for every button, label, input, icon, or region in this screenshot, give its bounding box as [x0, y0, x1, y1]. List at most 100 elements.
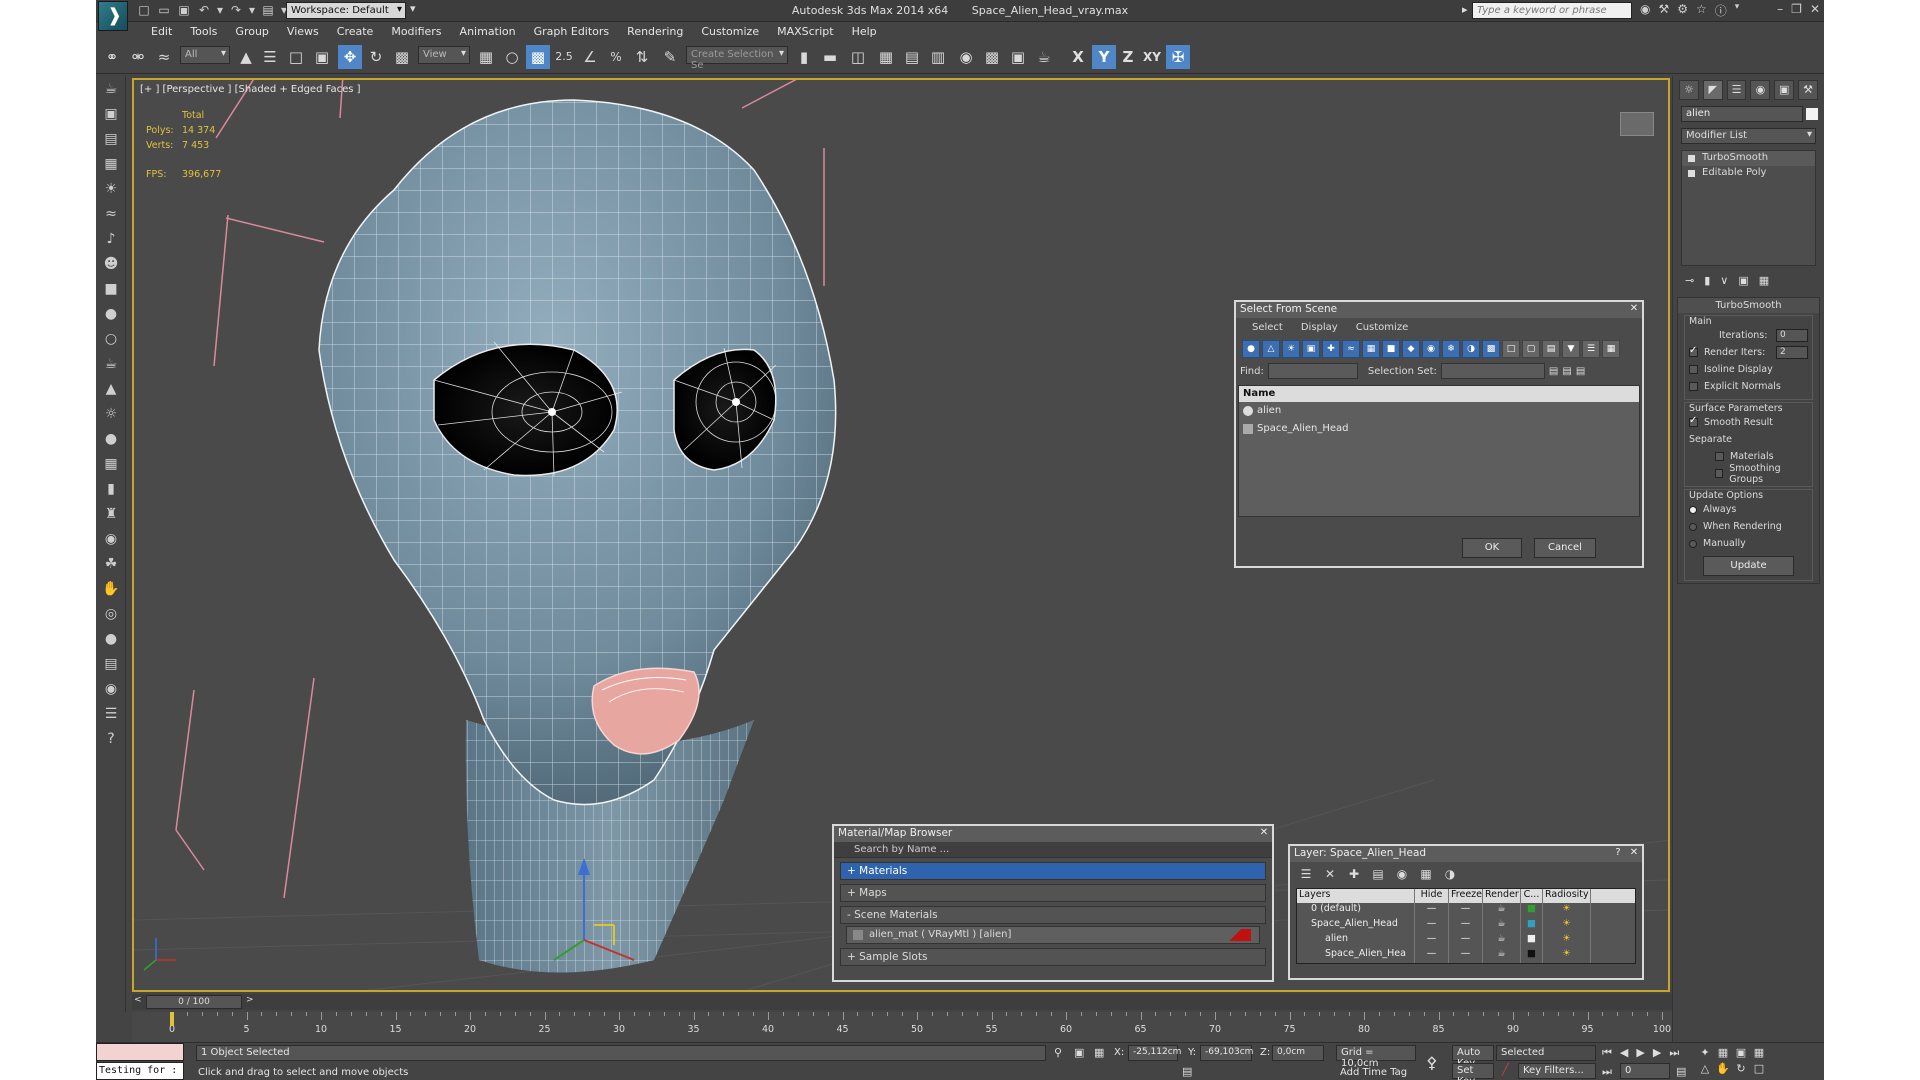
radiosity-icon[interactable]: ☀ — [1543, 903, 1591, 918]
document-icon[interactable]: ▤ — [98, 127, 124, 151]
render-production-icon[interactable]: ☕ — [1032, 45, 1056, 69]
display-shapes-icon[interactable]: △ — [1262, 340, 1280, 358]
smoothing-groups-checkbox[interactable] — [1715, 469, 1724, 478]
mirror-icon[interactable]: ▮ — [792, 45, 816, 69]
plant-icon[interactable]: ☘ — [98, 552, 124, 576]
selection-filter-dropdown[interactable]: All — [180, 46, 230, 64]
stack-item-editable-poly[interactable]: Editable Poly — [1682, 166, 1815, 181]
render-iters-spinner[interactable]: 2 — [1776, 346, 1808, 359]
list-item[interactable]: Space_Alien_Head — [1239, 420, 1639, 438]
time-slider[interactable]: < 0 / 100 > — [132, 994, 1672, 1010]
people-icon[interactable]: ☻ — [98, 252, 124, 276]
close-icon[interactable]: ✕ — [1258, 827, 1270, 839]
menu-animation[interactable]: Animation — [451, 22, 525, 40]
display-groups-icon[interactable]: ▦ — [1362, 340, 1380, 358]
col-color[interactable]: C... — [1521, 889, 1543, 903]
grid-icon[interactable]: ▦ — [98, 452, 124, 476]
help-icon[interactable]: ⓘ — [1715, 2, 1727, 19]
align-icon[interactable]: ▬ — [818, 45, 842, 69]
sphere-gold-icon[interactable]: ● — [98, 427, 124, 451]
display-xrefs-icon[interactable]: ■ — [1382, 340, 1400, 358]
go-to-end-icon[interactable]: ⏭ — [1669, 1046, 1679, 1060]
hide-toggle[interactable]: — — [1415, 903, 1449, 918]
hide-toggle[interactable]: — — [1415, 933, 1449, 948]
orbit-icon[interactable]: ↻ — [1732, 1062, 1750, 1078]
zoom-icon[interactable]: ✦ — [1696, 1046, 1714, 1062]
sun-icon[interactable]: ☼ — [98, 402, 124, 426]
display-containers-icon[interactable]: ◉ — [1422, 340, 1440, 358]
configure-sets-icon[interactable]: ▦ — [1759, 274, 1769, 287]
table-row[interactable]: Space_Alien_Head — — ☕ ■ ☀ — [1297, 918, 1635, 933]
render-setup-icon[interactable]: ▩ — [980, 45, 1004, 69]
hand-icon[interactable]: ✋ — [98, 577, 124, 601]
materials-checkbox[interactable] — [1715, 452, 1724, 461]
subscription-icon[interactable]: ⚒ — [1658, 2, 1669, 19]
show-end-result-icon[interactable]: ▮ — [1704, 274, 1710, 287]
next-frame-icon[interactable]: ▶ — [1653, 1046, 1661, 1060]
update-button[interactable]: Update — [1703, 556, 1794, 576]
window-crossing-icon[interactable]: ▣ — [310, 45, 334, 69]
new-file-icon[interactable]: □ — [136, 3, 152, 17]
highlight-layer-icon[interactable]: ▦ — [1418, 866, 1434, 882]
display-bones-icon[interactable]: ◆ — [1402, 340, 1420, 358]
hierarchy-icon[interactable]: ☰ — [1582, 340, 1600, 358]
layer-color-swatch[interactable]: ■ — [1521, 933, 1543, 948]
teapot-icon[interactable]: ☕ — [98, 77, 124, 101]
object-name-field[interactable]: alien — [1681, 106, 1818, 122]
freeze-toggle[interactable]: — — [1449, 903, 1483, 918]
utilities-tab-icon[interactable]: ⚒ — [1798, 80, 1818, 100]
pin-stack-icon[interactable]: ⊸ — [1685, 274, 1694, 287]
rendered-frame-window-icon[interactable]: ▣ — [1006, 45, 1030, 69]
menu-graph-editors[interactable]: Graph Editors — [525, 22, 619, 40]
dome-icon[interactable]: ● — [98, 302, 124, 326]
selection-key-dropdown[interactable]: Selected — [1496, 1045, 1596, 1061]
table-row[interactable]: 0 (default) — — ☕ ■ ☀ — [1297, 903, 1635, 918]
display-geometry-icon[interactable]: ● — [1242, 340, 1260, 358]
binoculars-icon[interactable]: ◉ — [1640, 2, 1650, 19]
menu-modifiers[interactable]: Modifiers — [382, 22, 450, 40]
help-search-input[interactable]: Type a keyword or phrase — [1472, 2, 1632, 19]
set-key-button[interactable]: Set Key — [1452, 1063, 1494, 1080]
col-hide[interactable]: Hide — [1415, 889, 1449, 903]
restore-icon[interactable]: ❐ — [1791, 2, 1802, 16]
menu-maxscript[interactable]: MAXScript — [768, 22, 842, 40]
iterations-spinner[interactable]: 0 — [1776, 329, 1808, 342]
axis-constraints-icon[interactable]: ✠ — [1166, 45, 1190, 69]
layer-window-title-bar[interactable]: Layer: Space_Alien_Head ? ✕ — [1290, 846, 1642, 862]
radiosity-icon[interactable]: ☀ — [1543, 948, 1591, 963]
axis-x-button[interactable]: X — [1066, 45, 1090, 69]
play-icon[interactable]: ▶ — [1636, 1046, 1644, 1060]
search-expand-icon[interactable]: ▸ — [1462, 3, 1468, 16]
unlink-icon[interactable]: ⚮ — [126, 45, 150, 69]
layer-manager-icon[interactable]: ◫ — [846, 45, 870, 69]
manually-radio[interactable] — [1689, 539, 1697, 548]
open-file-icon[interactable]: ▭ — [156, 3, 172, 17]
sample-slots-group[interactable]: + Sample Slots — [840, 948, 1266, 966]
close-icon[interactable]: ✕ — [1810, 2, 1820, 16]
create-set-icon[interactable]: ▤ — [1549, 366, 1558, 377]
project-folder-icon[interactable]: ▤ — [260, 3, 276, 17]
rollout-title[interactable]: TurboSmooth — [1678, 298, 1819, 313]
object-icon[interactable]: ◉ — [98, 677, 124, 701]
calculator-icon[interactable]: ▦ — [98, 152, 124, 176]
help-dropdown-icon[interactable]: ▾ — [1735, 2, 1740, 19]
modify-tab-icon[interactable]: ◤ — [1702, 80, 1723, 100]
freeze-toggle[interactable]: — — [1449, 933, 1483, 948]
workspace-arrow-icon[interactable]: ▾ — [410, 2, 416, 15]
columns-icon[interactable]: ▦ — [1602, 340, 1620, 358]
select-and-scale-icon[interactable]: ▩ — [390, 45, 414, 69]
display-none-icon[interactable]: □ — [1502, 340, 1520, 358]
render-teapot-icon[interactable]: ☕ — [1483, 918, 1521, 933]
communication-icon[interactable]: ⚙ — [1677, 2, 1688, 19]
list-icon[interactable]: ☰ — [98, 702, 124, 726]
minimize-icon[interactable]: – — [1777, 2, 1783, 16]
axis-z-button[interactable]: Z — [1116, 45, 1140, 69]
table-row[interactable]: Space_Alien_Hea — — ☕ ■ ☀ — [1297, 948, 1635, 963]
pivot-center-icon[interactable]: ▦ — [474, 45, 498, 69]
music-icon[interactable]: ♪ — [98, 227, 124, 251]
pipe-icon[interactable]: ▮ — [98, 477, 124, 501]
col-radiosity[interactable]: Radiosity — [1543, 889, 1591, 903]
save-icon[interactable]: ▣ — [176, 3, 192, 17]
scene-material-item[interactable]: alien_mat ( VRayMtl ) [alien] — [846, 926, 1260, 944]
material-editor-icon[interactable]: ◉ — [954, 45, 978, 69]
